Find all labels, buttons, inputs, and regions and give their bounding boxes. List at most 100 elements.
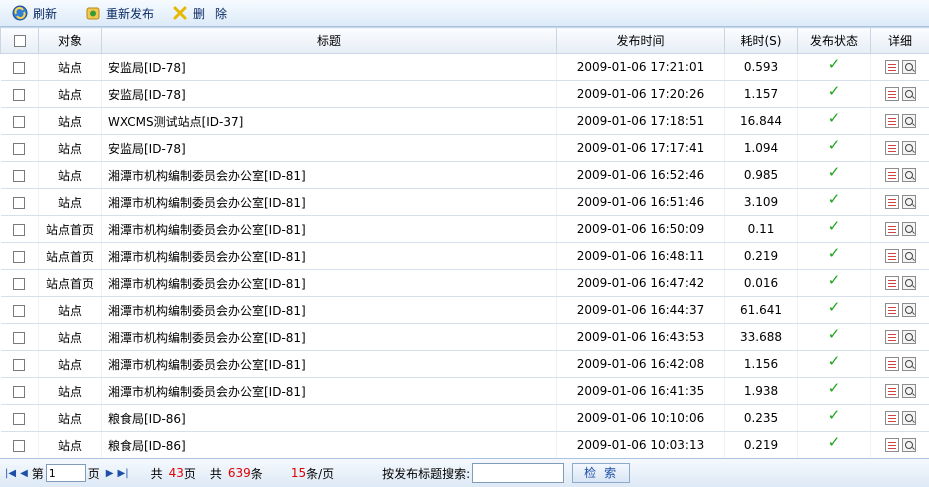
row-title: 湘潭市机构编制委员会办公室[ID-81] bbox=[101, 188, 557, 216]
total-pages-unit: 页 bbox=[183, 466, 196, 481]
table-row[interactable]: 站点 湘潭市机构编制委员会办公室[ID-81] 2009-01-06 16:43:5… bbox=[0, 323, 929, 351]
row-checkbox[interactable] bbox=[13, 88, 26, 101]
detail-list-icon[interactable] bbox=[884, 249, 899, 264]
search-input[interactable] bbox=[472, 463, 565, 483]
magnifier-icon[interactable] bbox=[901, 384, 916, 399]
detail-list-icon[interactable] bbox=[884, 357, 899, 372]
row-checkbox-cell bbox=[0, 215, 39, 243]
select-all-checkbox[interactable] bbox=[13, 35, 26, 47]
refresh-button[interactable]: 刷新 bbox=[6, 2, 63, 24]
header-object[interactable]: 对象 bbox=[38, 27, 102, 54]
table-row[interactable]: 站点 WXCMS测试站点[ID-37] 2009-01-06 17:18:51 16.… bbox=[0, 107, 929, 135]
row-checkbox[interactable] bbox=[13, 223, 26, 236]
table-row[interactable]: 站点 安监局[ID-78] 2009-01-06 17:21:01 0.593 ✓ bbox=[0, 53, 929, 81]
table-row[interactable]: 站点 湘潭市机构编制委员会办公室[ID-81] 2009-01-06 16:42:0… bbox=[0, 350, 929, 378]
row-checkbox[interactable] bbox=[13, 61, 26, 74]
detail-list-icon[interactable] bbox=[884, 438, 899, 453]
detail-list-icon[interactable] bbox=[884, 141, 899, 156]
magnifier-icon[interactable] bbox=[901, 330, 916, 345]
magnifier-icon[interactable] bbox=[901, 60, 916, 75]
table-row[interactable]: 站点首页 湘潭市机构编制委员会办公室[ID-81] 2009-01-06 16:50… bbox=[0, 215, 929, 243]
table-row[interactable]: 站点 湘潭市机构编制委员会办公室[ID-81] 2009-01-06 16:52:4… bbox=[0, 161, 929, 189]
magnifier-icon[interactable] bbox=[901, 276, 916, 291]
prev-page-icon[interactable]: ◀ bbox=[20, 468, 28, 479]
table-row[interactable]: 站点 湘潭市机构编制委员会办公室[ID-81] 2009-01-06 16:44:3… bbox=[0, 296, 929, 324]
magnifier-icon[interactable] bbox=[901, 141, 916, 156]
detail-list-icon[interactable] bbox=[884, 168, 899, 183]
row-time: 2009-01-06 16:51:46 bbox=[556, 188, 725, 216]
delete-button[interactable]: 删除 bbox=[166, 2, 243, 24]
row-checkbox[interactable] bbox=[13, 115, 26, 128]
detail-list-icon[interactable] bbox=[884, 330, 899, 345]
table-row[interactable]: 站点 粮食局[ID-86] 2009-01-06 10:03:13 0.219 ✓ bbox=[0, 431, 929, 459]
row-checkbox-cell bbox=[0, 269, 39, 297]
detail-list-icon[interactable] bbox=[884, 384, 899, 399]
row-checkbox[interactable] bbox=[13, 304, 26, 317]
magnifier-icon[interactable] bbox=[901, 249, 916, 264]
table-row[interactable]: 站点 粮食局[ID-86] 2009-01-06 10:10:06 0.235 ✓ bbox=[0, 404, 929, 432]
table-row[interactable]: 站点 湘潭市机构编制委员会办公室[ID-81] 2009-01-06 16:51:4… bbox=[0, 188, 929, 216]
row-checkbox[interactable] bbox=[13, 169, 26, 182]
header-status[interactable]: 发布状态 bbox=[797, 27, 871, 54]
row-duration: 61.641 bbox=[724, 296, 798, 324]
detail-list-icon[interactable] bbox=[884, 195, 899, 210]
detail-list-icon[interactable] bbox=[884, 222, 899, 237]
detail-list-icon[interactable] bbox=[884, 60, 899, 75]
header-time[interactable]: 发布时间 bbox=[556, 27, 725, 54]
row-duration: 0.016 bbox=[724, 269, 798, 297]
last-page-icon[interactable]: ▶| bbox=[118, 468, 129, 479]
row-time: 2009-01-06 16:42:08 bbox=[556, 350, 725, 378]
row-title: 湘潭市机构编制委员会办公室[ID-81] bbox=[101, 323, 557, 351]
header-title[interactable]: 标题 bbox=[101, 27, 557, 54]
row-checkbox[interactable] bbox=[13, 250, 26, 263]
row-checkbox[interactable] bbox=[13, 142, 26, 155]
magnifier-icon[interactable] bbox=[901, 168, 916, 183]
detail-list-icon[interactable] bbox=[884, 87, 899, 102]
republish-icon bbox=[86, 7, 100, 20]
table-row[interactable]: 站点 安监局[ID-78] 2009-01-06 17:20:26 1.157 ✓ bbox=[0, 80, 929, 108]
page-size-unit: 条/页 bbox=[306, 466, 335, 481]
row-checkbox[interactable] bbox=[13, 331, 26, 344]
page-number-input[interactable] bbox=[45, 464, 86, 482]
row-status: ✓ bbox=[797, 107, 871, 135]
row-checkbox-cell bbox=[0, 323, 39, 351]
row-checkbox[interactable] bbox=[13, 358, 26, 371]
pager: |◀ ◀ 第 页 ▶ ▶| 共 43 页 共 639 条 15 条/页 按发布标… bbox=[0, 458, 929, 487]
row-checkbox-cell bbox=[0, 53, 39, 81]
table-row[interactable]: 站点首页 湘潭市机构编制委员会办公室[ID-81] 2009-01-06 16:48… bbox=[0, 242, 929, 270]
magnifier-icon[interactable] bbox=[901, 114, 916, 129]
detail-list-icon[interactable] bbox=[884, 114, 899, 129]
search-button[interactable]: 检索 bbox=[572, 463, 631, 483]
row-checkbox[interactable] bbox=[13, 196, 26, 209]
magnifier-icon[interactable] bbox=[901, 438, 916, 453]
header-detail[interactable]: 详细 bbox=[870, 27, 929, 54]
row-status: ✓ bbox=[797, 404, 871, 432]
row-checkbox[interactable] bbox=[13, 385, 26, 398]
magnifier-icon[interactable] bbox=[901, 195, 916, 210]
row-duration: 0.985 bbox=[724, 161, 798, 189]
magnifier-icon[interactable] bbox=[901, 87, 916, 102]
magnifier-icon[interactable] bbox=[901, 411, 916, 426]
table-row[interactable]: 站点首页 湘潭市机构编制委员会办公室[ID-81] 2009-01-06 16:47… bbox=[0, 269, 929, 297]
magnifier-icon[interactable] bbox=[901, 222, 916, 237]
row-checkbox[interactable] bbox=[13, 412, 26, 425]
row-checkbox-cell bbox=[0, 404, 39, 432]
row-object: 站点首页 bbox=[38, 269, 102, 297]
row-checkbox-cell bbox=[0, 161, 39, 189]
magnifier-icon[interactable] bbox=[901, 303, 916, 318]
row-object: 站点 bbox=[38, 161, 102, 189]
row-title: 湘潭市机构编制委员会办公室[ID-81] bbox=[101, 242, 557, 270]
first-page-icon[interactable]: |◀ bbox=[5, 468, 16, 479]
detail-list-icon[interactable] bbox=[884, 411, 899, 426]
next-page-icon[interactable]: ▶ bbox=[106, 468, 114, 479]
republish-button[interactable]: 重新发布 bbox=[79, 2, 160, 24]
header-duration[interactable]: 耗时(S) bbox=[724, 27, 798, 54]
magnifier-icon[interactable] bbox=[901, 357, 916, 372]
table-row[interactable]: 站点 湘潭市机构编制委员会办公室[ID-81] 2009-01-06 16:41:3… bbox=[0, 377, 929, 405]
row-checkbox[interactable] bbox=[13, 277, 26, 290]
row-object: 站点 bbox=[38, 296, 102, 324]
table-row[interactable]: 站点 安监局[ID-78] 2009-01-06 17:17:41 1.094 ✓ bbox=[0, 134, 929, 162]
row-checkbox[interactable] bbox=[13, 439, 26, 452]
detail-list-icon[interactable] bbox=[884, 276, 899, 291]
detail-list-icon[interactable] bbox=[884, 303, 899, 318]
